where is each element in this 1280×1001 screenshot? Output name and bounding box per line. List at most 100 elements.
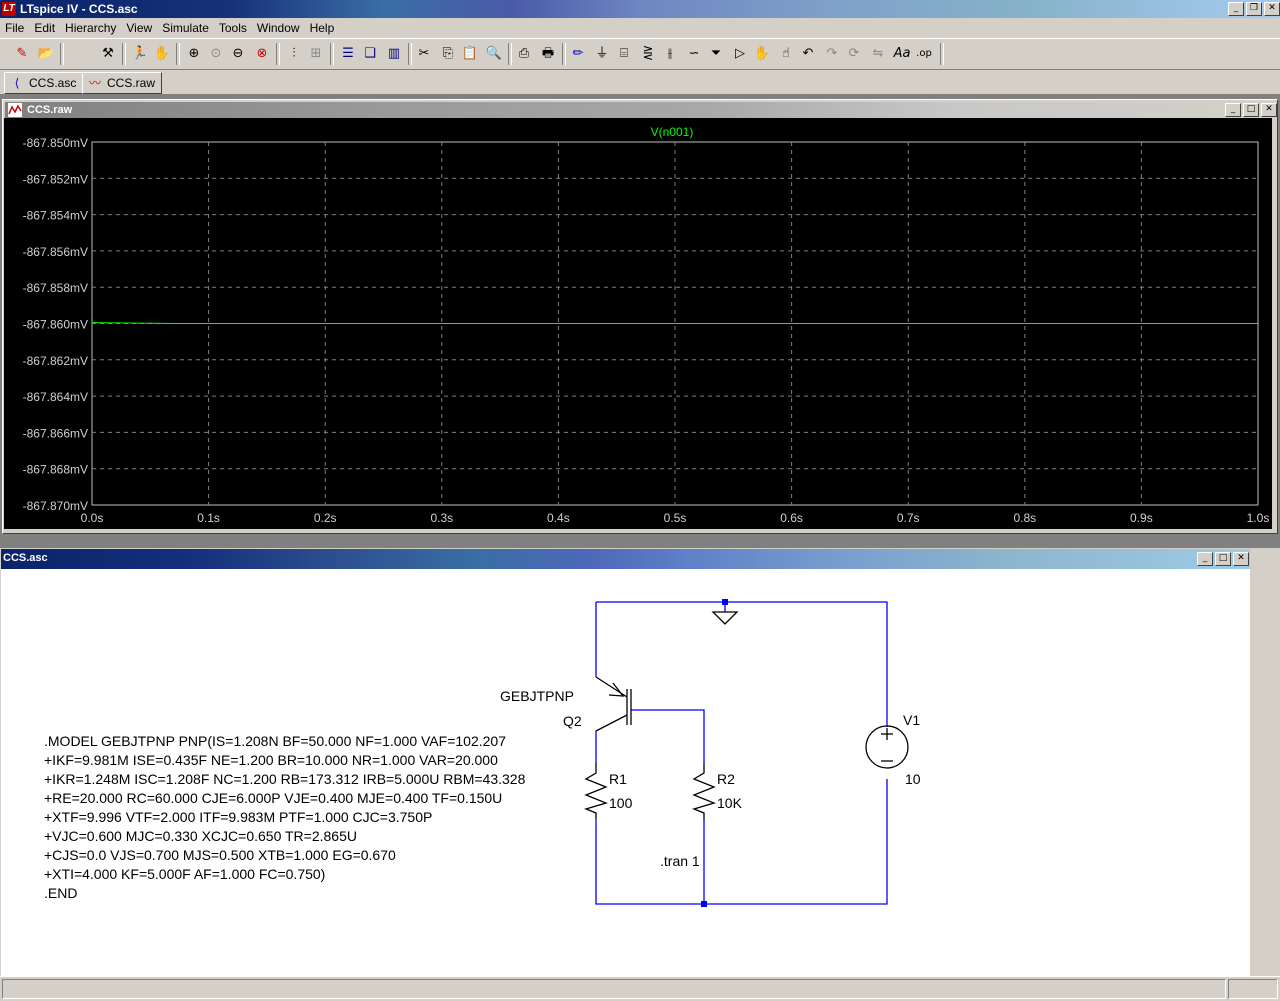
component-icon[interactable]: ▷ bbox=[730, 44, 750, 64]
x-tick-label: 0.0s bbox=[81, 511, 104, 525]
app-title-bar: LT LTspice IV - CCS.asc _ ❐ ✕ bbox=[0, 0, 1280, 18]
schematic-canvas[interactable]: GEBJTPNP Q2 R1 100 R2 10K V1 10 .tran 1 … bbox=[1, 569, 1249, 976]
tile-horizontal-icon[interactable]: ☰ bbox=[338, 44, 358, 64]
model-line: +XTI=4.000 KF=5.000F AF=1.000 FC=0.750) bbox=[44, 866, 326, 882]
transistor-q2[interactable] bbox=[595, 676, 632, 732]
schematic-window-title-bar[interactable]: CCS.asc _ □ ✕ bbox=[1, 549, 1251, 569]
spice-model-directive[interactable]: .MODEL GEBJTPNP PNP(IS=1.208N BF=50.000 … bbox=[44, 732, 525, 903]
y-tick-label: -867.870mV bbox=[23, 499, 88, 513]
open-folder-icon[interactable]: 📂 bbox=[36, 44, 56, 64]
y-tick-label: -867.866mV bbox=[23, 426, 88, 440]
mirror-icon[interactable]: ⇋ bbox=[868, 44, 888, 64]
menu-hierarchy[interactable]: Hierarchy bbox=[60, 18, 121, 35]
menu-simulate[interactable]: Simulate bbox=[157, 18, 214, 35]
schematic-scroll-area bbox=[1250, 548, 1280, 976]
tran-directive[interactable]: .tran 1 bbox=[660, 853, 700, 869]
minimize-icon[interactable]: _ bbox=[1197, 552, 1213, 566]
cascade-icon[interactable]: ❏ bbox=[360, 44, 380, 64]
resistor-r2[interactable] bbox=[692, 763, 716, 819]
r1-value-label[interactable]: 100 bbox=[609, 795, 632, 811]
menu-bar: File Edit Hierarchy View Simulate Tools Window… bbox=[0, 18, 1280, 38]
drag-hand-icon[interactable]: ☝ bbox=[776, 44, 796, 64]
menu-edit[interactable]: Edit bbox=[29, 18, 60, 35]
rotate-icon[interactable]: ⟳ bbox=[844, 44, 864, 64]
schematic-window-controls: _ □ ✕ bbox=[1197, 552, 1249, 566]
grid-icon[interactable]: ⊞ bbox=[306, 44, 326, 64]
y-tick-label: -867.862mV bbox=[23, 354, 88, 368]
x-tick-label: 0.2s bbox=[314, 511, 337, 525]
print-icon[interactable]: 🖶 bbox=[538, 44, 558, 64]
find-icon[interactable]: 🔍 bbox=[484, 44, 504, 64]
r1-name-label[interactable]: R1 bbox=[609, 771, 627, 787]
waveform-window-title-bar[interactable]: CCS.raw _ □ ✕ bbox=[5, 102, 1277, 119]
zoom-in-icon[interactable]: ⊕ bbox=[184, 44, 204, 64]
restore-icon[interactable]: ❐ bbox=[1246, 2, 1262, 16]
diode-icon[interactable]: ⏷ bbox=[706, 44, 726, 64]
model-line: +XTF=9.996 VTF=2.000 ITF=9.983M PTF=1.00… bbox=[44, 809, 433, 825]
resistor-r1[interactable] bbox=[584, 763, 608, 819]
capacitor-icon[interactable]: ⫲ bbox=[660, 44, 680, 64]
v1-name-label[interactable]: V1 bbox=[903, 712, 920, 728]
pan-icon[interactable]: ⊙ bbox=[206, 44, 226, 64]
y-tick-label: -867.868mV bbox=[23, 463, 88, 477]
model-line: +IKF=9.981M ISE=0.435F NE=1.200 BR=10.00… bbox=[44, 752, 498, 768]
v1-value-label[interactable]: 10 bbox=[905, 771, 921, 787]
y-tick-label: -867.850mV bbox=[23, 136, 88, 150]
close-icon[interactable]: ✕ bbox=[1233, 552, 1249, 566]
r2-value-label[interactable]: 10K bbox=[717, 795, 742, 811]
ground-symbol[interactable] bbox=[711, 611, 739, 625]
redo-icon[interactable]: ↷ bbox=[822, 44, 842, 64]
move-hand-icon[interactable]: ✋ bbox=[752, 44, 772, 64]
text-icon[interactable]: Aa bbox=[892, 44, 912, 64]
autorange-icon[interactable]: ⫶ bbox=[284, 44, 304, 64]
tab-ccs-asc[interactable]: ⟨ CCS.asc bbox=[4, 72, 84, 94]
junction-dot bbox=[722, 599, 728, 605]
resistor-icon[interactable]: ⋛ bbox=[638, 44, 658, 64]
tab-ccs-raw[interactable]: 〰 CCS.raw bbox=[82, 72, 163, 94]
copy-icon[interactable]: ⎘ bbox=[438, 44, 458, 64]
cut-icon[interactable]: ✂ bbox=[414, 44, 434, 64]
zoom-fit-icon[interactable]: ⊗ bbox=[252, 44, 272, 64]
label-net-icon[interactable]: ⌸ bbox=[614, 44, 634, 64]
menu-tools[interactable]: Tools bbox=[214, 18, 252, 35]
close-icon[interactable]: ✕ bbox=[1264, 2, 1280, 16]
inductor-icon[interactable]: ∽ bbox=[684, 44, 704, 64]
ground-icon[interactable]: ⏚ bbox=[592, 44, 612, 64]
minimize-icon[interactable]: _ bbox=[1225, 103, 1241, 117]
wire-icon[interactable]: ✏ bbox=[568, 44, 588, 64]
ltspice-logo-icon: LT bbox=[2, 2, 16, 16]
close-icon[interactable]: ✕ bbox=[1261, 103, 1277, 117]
q2-model-label[interactable]: GEBJTPNP bbox=[500, 688, 574, 704]
model-line: +RE=20.000 RC=60.000 CJE=6.000P VJE=0.40… bbox=[44, 790, 503, 806]
model-line: +IKR=1.248M ISC=1.208F NC=1.200 RB=173.3… bbox=[44, 771, 526, 787]
q2-name-label[interactable]: Q2 bbox=[563, 713, 582, 729]
minimize-icon[interactable]: _ bbox=[1228, 2, 1244, 16]
y-tick-label: -867.858mV bbox=[23, 281, 88, 295]
halt-icon[interactable]: ✋ bbox=[152, 44, 172, 64]
document-tabs: ⟨ CCS.asc 〰 CCS.raw bbox=[0, 70, 1280, 95]
plot-pane[interactable]: 0.0s 0.1s 0.2s 0.3s 0.4s 0.5s 0.6s 0.7s 0.8s 0.9s… bbox=[4, 118, 1272, 529]
control-panel-icon[interactable]: ⚒ bbox=[98, 44, 118, 64]
y-tick-label: -867.854mV bbox=[23, 209, 88, 223]
new-schematic-icon[interactable]: ✎ bbox=[12, 44, 32, 64]
tile-vertical-icon[interactable]: ▥ bbox=[384, 44, 404, 64]
zoom-out-icon[interactable]: ⊖ bbox=[228, 44, 248, 64]
wire-top bbox=[596, 601, 888, 727]
menu-window[interactable]: Window bbox=[252, 18, 305, 35]
menu-file[interactable]: File bbox=[0, 18, 29, 35]
menu-view[interactable]: View bbox=[121, 18, 157, 35]
maximize-icon[interactable]: □ bbox=[1243, 103, 1259, 117]
x-tick-label: 0.9s bbox=[1130, 511, 1153, 525]
status-bar bbox=[0, 976, 1280, 1001]
voltage-source-v1[interactable] bbox=[865, 725, 909, 769]
waveform-icon bbox=[8, 103, 22, 117]
run-icon[interactable]: 🏃 bbox=[130, 44, 150, 64]
paste-icon[interactable]: 📋 bbox=[460, 44, 480, 64]
print-preview-icon[interactable]: ⎙ bbox=[514, 44, 534, 64]
spice-directive-icon[interactable]: .op bbox=[914, 44, 934, 64]
menu-help[interactable]: Help bbox=[305, 18, 340, 35]
maximize-icon[interactable]: □ bbox=[1215, 552, 1231, 566]
r2-name-label[interactable]: R2 bbox=[717, 771, 735, 787]
status-message bbox=[2, 979, 1226, 999]
undo-icon[interactable]: ↶ bbox=[798, 44, 818, 64]
